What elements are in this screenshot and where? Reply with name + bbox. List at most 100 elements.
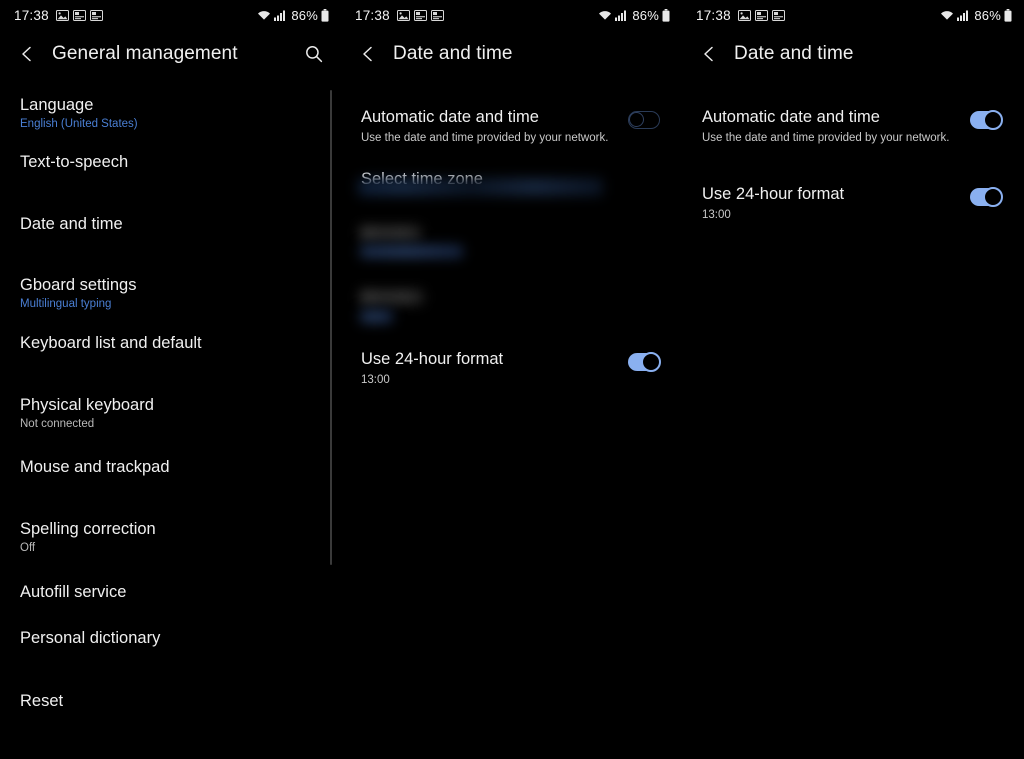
vertical-scrollbar[interactable]	[330, 90, 332, 565]
page-title: Date and time	[393, 43, 513, 64]
toggle-knob	[641, 352, 661, 372]
list-item-subtitle: English (United States)	[20, 118, 138, 130]
status-bar-system-icons: 86%	[598, 8, 670, 23]
setting-use-24-hour-format[interactable]: Use 24-hour format 13:00	[682, 183, 1024, 223]
image-icon	[737, 9, 751, 21]
panel-general-management: 17:38 86% General management Language En…	[0, 0, 341, 759]
list-item-subtitle: Not connected	[20, 418, 95, 430]
battery-percent-label: 86%	[974, 7, 1001, 23]
toggle-automatic-date-and-time[interactable]	[970, 110, 1003, 130]
image-icon	[55, 9, 69, 21]
setting-automatic-date-and-time[interactable]: Automatic date and time Use the date and…	[341, 106, 682, 146]
sidebar-item-reset[interactable]: Reset	[0, 691, 341, 712]
list-item-title: Gboard settings	[20, 276, 137, 294]
app-bar-panel-3: Date and time	[682, 30, 1024, 78]
setting-automatic-date-and-time[interactable]: Automatic date and time Use the date and…	[682, 106, 1024, 146]
screenshot-icon	[754, 9, 768, 21]
date-time-settings-list-on: Automatic date and time Use the date and…	[682, 106, 1024, 223]
list-item-subtitle: Off	[20, 542, 36, 554]
cellular-signal-icon	[615, 10, 627, 21]
setting-use-24-hour-format[interactable]: Use 24-hour format 13:00	[341, 348, 682, 388]
toggle-use-24-hour-format[interactable]	[970, 187, 1003, 207]
panel-date-and-time-auto-on: 17:38 86% Date and time Automatic date a…	[682, 0, 1024, 759]
setting-title: Select time zone	[361, 170, 483, 188]
list-item-title: Physical keyboard	[20, 396, 154, 414]
setting-text: Automatic date and time Use the date and…	[361, 106, 628, 146]
setting-select-time-zone[interactable]: Select time zone	[341, 168, 682, 190]
sidebar-item-text-to-speech[interactable]: Text-to-speech	[0, 152, 341, 173]
list-item-title: Personal dictionary	[20, 629, 161, 647]
setting-text: Use 24-hour format 13:00	[702, 183, 970, 223]
cellular-signal-icon	[274, 10, 286, 21]
screenshot-icon	[413, 9, 427, 21]
toggle-automatic-date-and-time[interactable]	[628, 111, 660, 129]
page-title: Date and time	[734, 43, 854, 64]
list-item-subtitle: Multilingual typing	[20, 298, 112, 310]
status-bar-notification-icons	[396, 9, 444, 21]
setting-title: Use 24-hour format	[361, 350, 504, 368]
battery-icon	[662, 8, 670, 22]
setting-title: Automatic date and time	[702, 108, 880, 126]
setting-text: Automatic date and time Use the date and…	[702, 106, 970, 146]
toggle-use-24-hour-format[interactable]	[628, 352, 661, 372]
setting-title: Use 24-hour format	[702, 185, 845, 203]
sidebar-item-autofill-service[interactable]: Autofill service	[0, 582, 341, 603]
cellular-signal-icon	[957, 10, 969, 21]
page-title: General management	[52, 43, 238, 64]
setting-text: Use 24-hour format 13:00	[361, 348, 628, 388]
toggle-knob	[983, 187, 1003, 207]
status-bar-clock: 17:38	[355, 7, 390, 23]
wifi-icon	[599, 10, 612, 20]
sidebar-item-physical-keyboard[interactable]: Physical keyboard Not connected	[0, 395, 341, 432]
sidebar-item-spelling-correction[interactable]: Spelling correction Off	[0, 519, 341, 556]
app-bar-panel-2: Date and time	[341, 30, 682, 78]
battery-percent-label: 86%	[291, 7, 318, 23]
status-bar-notification-icons	[737, 9, 785, 21]
setting-subtitle: 13:00	[702, 209, 731, 221]
sidebar-item-personal-dictionary[interactable]: Personal dictionary	[0, 628, 341, 649]
wifi-icon	[941, 10, 954, 20]
app-bar-panel-1: General management	[0, 30, 341, 78]
panel-date-and-time-auto-off: 17:38 86% Date and time Automatic date a…	[341, 0, 682, 759]
toggle-knob	[629, 112, 644, 127]
image-icon	[396, 9, 410, 21]
status-bar-clock: 17:38	[14, 7, 49, 23]
battery-icon	[1004, 8, 1012, 22]
sidebar-item-date-and-time[interactable]: Date and time	[0, 214, 341, 235]
setting-text: Select time zone	[361, 168, 660, 190]
setting-title: Automatic date and time	[361, 108, 539, 126]
battery-percent-label: 86%	[632, 7, 659, 23]
list-item-title: Spelling correction	[20, 520, 156, 538]
toggle-knob	[983, 110, 1003, 130]
screenshot-icon	[72, 9, 86, 21]
wifi-icon	[258, 10, 271, 20]
list-item-title: Date and time	[20, 215, 123, 233]
list-item-title: Reset	[20, 692, 64, 710]
chevron-left-icon[interactable]	[14, 41, 40, 67]
status-bar-system-icons: 86%	[257, 8, 329, 23]
search-icon[interactable]	[301, 41, 327, 67]
sidebar-item-mouse-and-trackpad[interactable]: Mouse and trackpad	[0, 457, 341, 478]
status-bar-panel-2: 17:38 86%	[341, 0, 682, 30]
status-bar-clock: 17:38	[696, 7, 731, 23]
chevron-left-icon[interactable]	[696, 41, 722, 67]
list-item-title: Text-to-speech	[20, 153, 129, 171]
screenshot-icon	[771, 9, 785, 21]
list-item-title: Keyboard list and default	[20, 334, 202, 352]
settings-list: Language English (United States) Text-to…	[0, 78, 341, 712]
screenshot-icon	[430, 9, 444, 21]
status-bar-panel-1: 17:38 86%	[0, 0, 341, 30]
status-bar-system-icons: 86%	[940, 8, 1012, 23]
chevron-left-icon[interactable]	[355, 41, 381, 67]
date-time-settings-list-off: Automatic date and time Use the date and…	[341, 106, 682, 388]
setting-subtitle: Use the date and time provided by your n…	[361, 132, 609, 144]
status-bar-panel-3: 17:38 86%	[682, 0, 1024, 30]
sidebar-item-language[interactable]: Language English (United States)	[0, 95, 341, 132]
list-item-title: Language	[20, 96, 94, 114]
sidebar-item-gboard-settings[interactable]: Gboard settings Multilingual typing	[0, 275, 341, 312]
setting-subtitle: Use the date and time provided by your n…	[702, 132, 950, 144]
sidebar-item-keyboard-list-and-default[interactable]: Keyboard list and default	[0, 333, 341, 354]
status-bar-notification-icons	[55, 9, 103, 21]
screenshot-icon	[89, 9, 103, 21]
list-item-title: Autofill service	[20, 583, 127, 601]
